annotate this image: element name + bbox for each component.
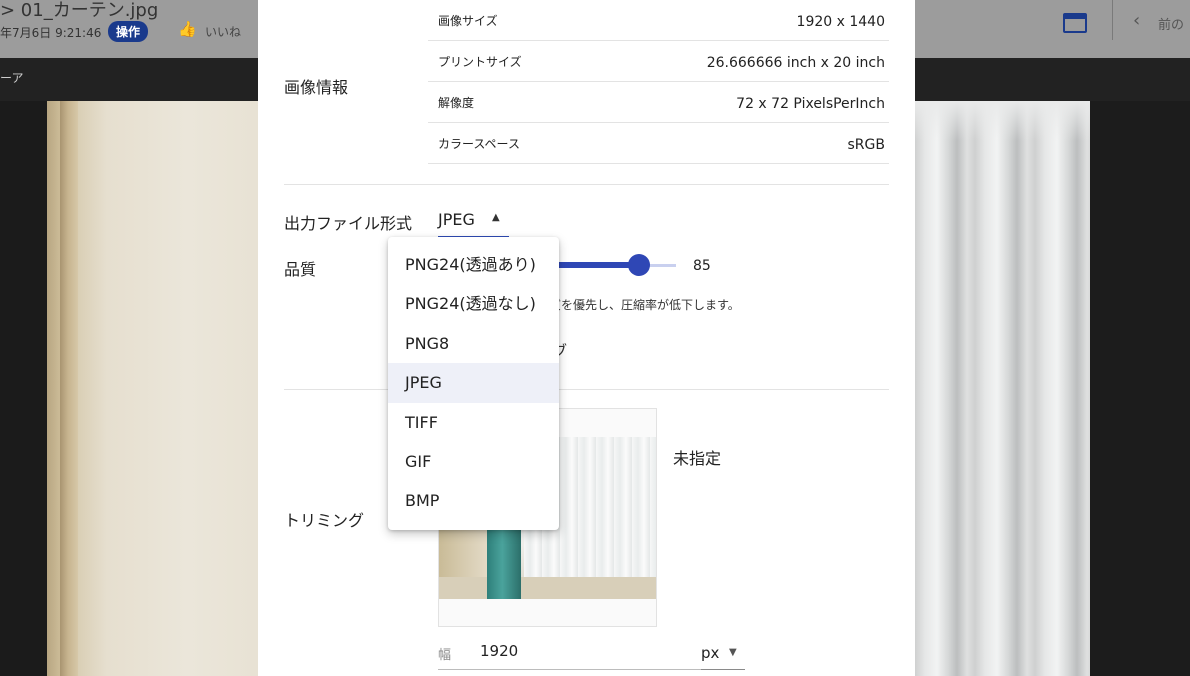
format-option[interactable]: BMP xyxy=(388,481,559,520)
info-value: sRGB xyxy=(847,137,885,153)
photo-window-frame xyxy=(60,101,78,676)
photo-floor xyxy=(439,577,656,599)
image-info-table: 画像サイズ 1920 x 1440 プリントサイズ 26.666666 inch… xyxy=(428,0,889,164)
toolbar-label[interactable]: ーア xyxy=(0,69,24,86)
like-button[interactable]: いいね xyxy=(205,23,241,40)
width-input[interactable] xyxy=(480,642,600,660)
format-option-selected[interactable]: JPEG xyxy=(388,363,559,403)
caret-down-icon: ▼ xyxy=(729,647,737,658)
unit-select[interactable]: px ▼ xyxy=(701,636,745,670)
output-format-value: JPEG xyxy=(438,210,475,229)
quality-label: 品質 xyxy=(284,260,317,279)
info-key: カラースペース xyxy=(438,137,520,151)
output-format-label: 出力ファイル形式 xyxy=(284,214,413,233)
info-value: 1920 x 1440 xyxy=(796,14,885,30)
trimming-label: トリミング xyxy=(284,511,365,530)
thumbs-up-icon[interactable]: 👍 xyxy=(178,20,198,40)
unit-value: px xyxy=(701,644,720,662)
format-option[interactable]: PNG8 xyxy=(388,324,559,363)
header-divider xyxy=(1112,0,1113,40)
info-row: プリントサイズ 26.666666 inch x 20 inch xyxy=(428,41,889,82)
caret-up-icon: ▲ xyxy=(492,212,500,223)
view-mode-icon[interactable] xyxy=(1063,13,1087,33)
breadcrumb[interactable]: > 01_カーテン.jpg xyxy=(0,0,158,22)
format-dropdown-menu: PNG24(透過あり) PNG24(透過なし) PNG8 JPEG TIFF G… xyxy=(388,237,559,530)
width-field-row: 幅 px ▼ xyxy=(438,636,745,670)
info-row: 解像度 72 x 72 PixelsPerInch xyxy=(428,82,889,123)
photo-wall xyxy=(47,101,258,676)
format-option[interactable]: PNG24(透過なし) xyxy=(388,284,559,323)
quality-slider-thumb[interactable] xyxy=(627,254,650,276)
prev-button[interactable]: 前の xyxy=(1158,14,1184,33)
photo-curtain-top xyxy=(915,101,1090,141)
format-option[interactable]: PNG24(透過あり) xyxy=(388,245,559,284)
image-info-label: 画像情報 xyxy=(284,78,349,97)
width-label: 幅 xyxy=(438,648,452,663)
info-value: 26.666666 inch x 20 inch xyxy=(706,55,885,71)
info-key: プリントサイズ xyxy=(438,55,522,69)
trimming-status: 未指定 xyxy=(673,449,722,468)
photo-preview-left xyxy=(0,101,258,676)
format-option[interactable]: TIFF xyxy=(388,403,559,442)
photo-curtain xyxy=(915,101,1090,676)
quality-description: 質を優先し、圧縮率が低下します。 xyxy=(549,298,740,312)
operation-badge[interactable]: 操作 xyxy=(108,21,149,42)
output-format-select[interactable]: JPEG ▲ xyxy=(438,202,509,238)
info-key: 画像サイズ xyxy=(438,14,498,28)
timestamp: 年7月6日 9:21:46 xyxy=(0,26,102,40)
info-row: 画像サイズ 1920 x 1440 xyxy=(428,0,889,41)
info-row: カラースペース sRGB xyxy=(428,123,889,164)
info-value: 72 x 72 PixelsPerInch xyxy=(736,96,885,112)
section-divider xyxy=(284,184,889,185)
chevron-left-icon[interactable]: ‹ xyxy=(1133,10,1140,31)
quality-value: 85 xyxy=(693,258,711,274)
photo-preview-right xyxy=(915,101,1190,676)
info-key: 解像度 xyxy=(438,96,475,110)
format-option[interactable]: GIF xyxy=(388,442,559,481)
export-dialog: 画像情報 画像サイズ 1920 x 1440 プリントサイズ 26.666666… xyxy=(258,0,915,676)
section-divider xyxy=(284,389,889,390)
